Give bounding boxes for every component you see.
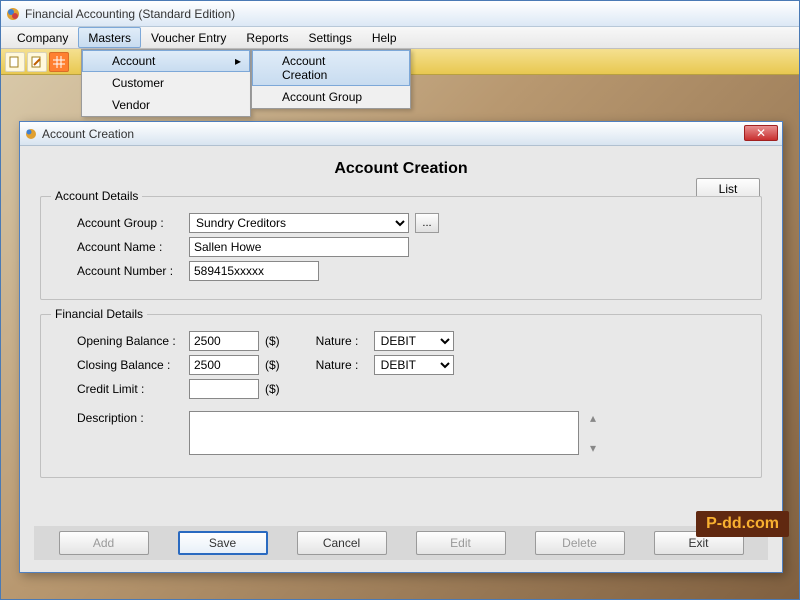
dropdown-item-label: Vendor [112,98,150,112]
account-number-label: Account Number : [59,264,183,278]
opening-nature-group: Nature : DEBIT [316,331,454,351]
scroll-up-icon: ▴ [590,411,596,425]
menu-help[interactable]: Help [362,27,407,48]
account-group-select[interactable]: Sundry Creditors [189,213,409,233]
close-button[interactable]: ✕ [744,125,778,141]
closing-balance-label: Closing Balance : [59,358,183,372]
account-group-label: Account Group : [59,216,183,230]
toolbar-grid-icon[interactable] [49,52,69,72]
account-name-row: Account Name : [59,237,743,257]
account-details-fieldset: Account Details Account Group : Sundry C… [40,196,762,300]
masters-dropdown: Account ▸ Customer Vendor [81,49,251,117]
dialog-icon [24,127,38,141]
dialog-body: Account Creation List Account Details Ac… [20,146,782,500]
financial-details-fieldset: Financial Details Opening Balance : ($) … [40,314,762,478]
delete-button[interactable]: Delete [535,531,625,555]
credit-limit-label: Credit Limit : [59,382,183,396]
currency-label: ($) [265,358,280,372]
menu-voucher-entry[interactable]: Voucher Entry [141,27,236,48]
edit-button[interactable]: Edit [416,531,506,555]
nature-label: Nature : [316,334,368,348]
dialog-heading: Account Creation [34,154,768,188]
account-group-browse-button[interactable]: ... [415,213,439,233]
closing-balance-row: Closing Balance : ($) Nature : DEBIT [59,355,743,375]
dialog-button-bar: Add Save Cancel Edit Delete Exit [34,526,768,560]
financial-details-legend: Financial Details [51,307,147,321]
close-icon: ✕ [756,126,766,140]
scroll-down-icon: ▾ [590,441,596,455]
account-name-label: Account Name : [59,240,183,254]
app-icon [5,6,21,22]
opening-balance-label: Opening Balance : [59,334,183,348]
save-button[interactable]: Save [178,531,268,555]
cancel-button[interactable]: Cancel [297,531,387,555]
opening-balance-row: Opening Balance : ($) Nature : DEBIT [59,331,743,351]
app-title: Financial Accounting (Standard Edition) [25,7,235,21]
closing-balance-input[interactable] [189,355,259,375]
credit-limit-row: Credit Limit : ($) [59,379,743,399]
description-row: Description : ▴▾ [59,411,743,455]
textarea-scrollbar[interactable]: ▴▾ [585,411,601,455]
account-submenu: Account Creation Account Group [251,49,411,109]
dialog-titlebar: Account Creation ✕ [20,122,782,146]
nature-label: Nature : [316,358,368,372]
toolbar-edit-icon[interactable] [27,52,47,72]
menubar: Company Masters Voucher Entry Reports Se… [1,27,799,49]
account-creation-dialog: Account Creation ✕ Account Creation List… [19,121,783,573]
account-name-input[interactable] [189,237,409,257]
dropdown-item-account[interactable]: Account ▸ [82,50,250,72]
menu-masters[interactable]: Masters [78,27,141,48]
credit-limit-input[interactable] [189,379,259,399]
menu-company[interactable]: Company [7,27,78,48]
account-number-row: Account Number : [59,261,743,281]
account-details-legend: Account Details [51,189,142,203]
add-button[interactable]: Add [59,531,149,555]
dropdown-item-label: Customer [112,76,164,90]
main-window: Financial Accounting (Standard Edition) … [0,0,800,600]
opening-balance-input[interactable] [189,331,259,351]
currency-label: ($) [265,382,280,396]
submenu-item-account-group[interactable]: Account Group [252,86,410,108]
dropdown-item-customer[interactable]: Customer [82,72,250,94]
dropdown-item-label: Account [112,54,155,68]
opening-nature-select[interactable]: DEBIT [374,331,454,351]
submenu-arrow-icon: ▸ [235,54,241,68]
account-group-row: Account Group : Sundry Creditors ... [59,213,743,233]
account-number-input[interactable] [189,261,319,281]
description-textarea[interactable] [189,411,579,455]
description-label: Description : [59,411,183,425]
menu-reports[interactable]: Reports [236,27,298,48]
toolbar-new-icon[interactable] [5,52,25,72]
menu-settings[interactable]: Settings [298,27,361,48]
dialog-title: Account Creation [42,127,134,141]
main-titlebar: Financial Accounting (Standard Edition) [1,1,799,27]
closing-nature-select[interactable]: DEBIT [374,355,454,375]
currency-label: ($) [265,334,280,348]
submenu-item-label: Account Creation [282,54,327,82]
watermark: P-dd.com [696,511,789,537]
dropdown-item-vendor[interactable]: Vendor [82,94,250,116]
submenu-item-account-creation[interactable]: Account Creation [252,50,410,86]
closing-nature-group: Nature : DEBIT [316,355,454,375]
submenu-item-label: Account Group [282,90,362,104]
